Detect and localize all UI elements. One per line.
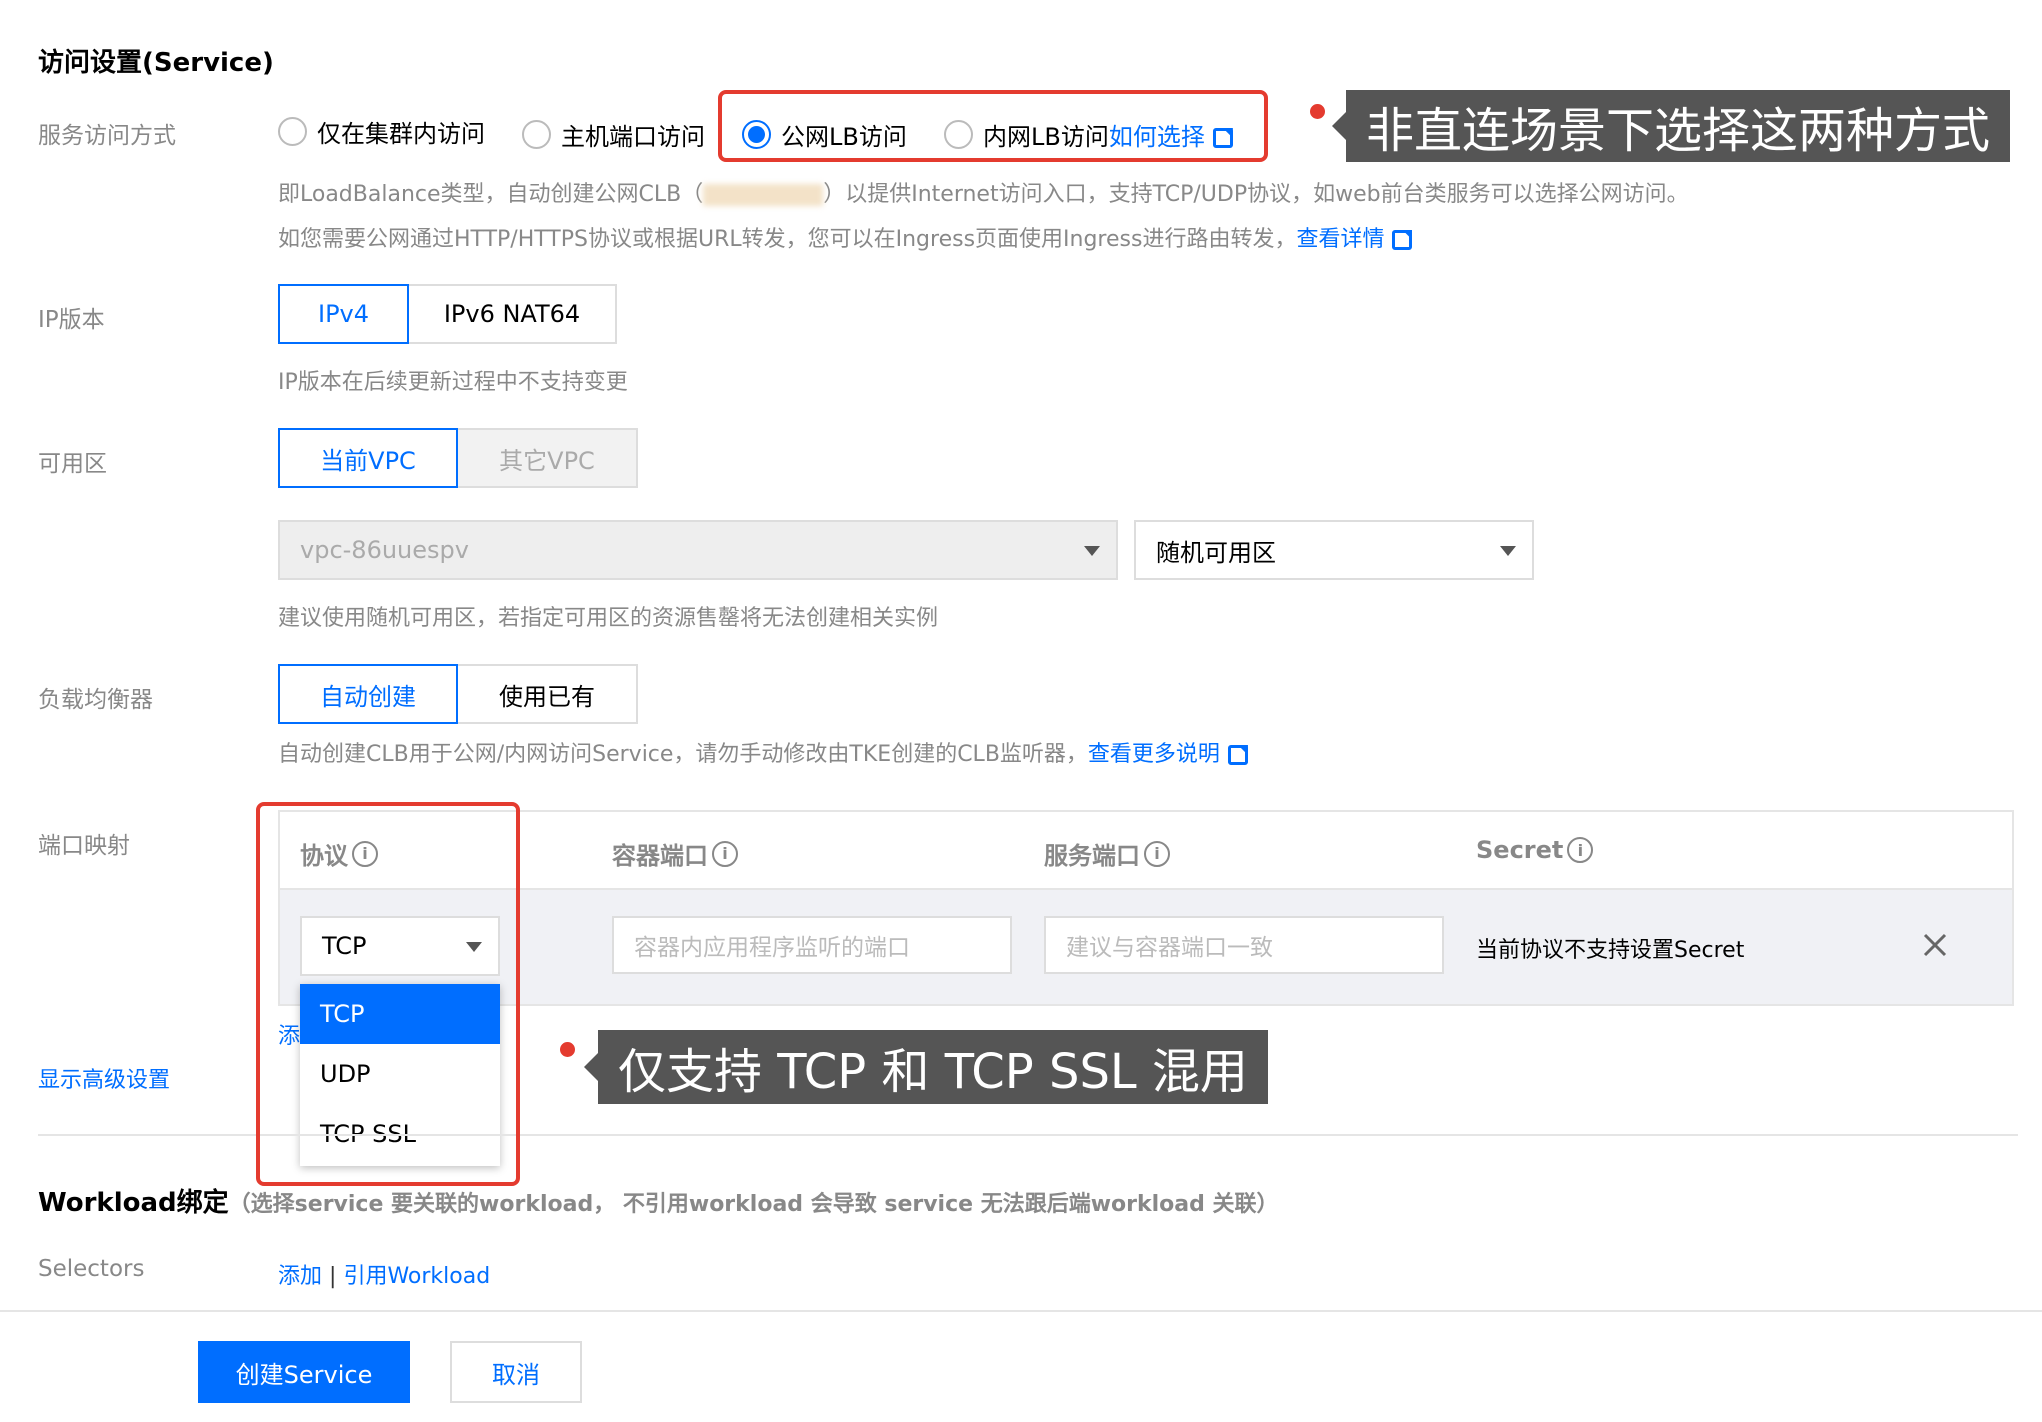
port-mapping-label: 端口映射	[38, 833, 130, 859]
external-link-icon	[1392, 230, 1413, 250]
ip-version-segment: IPv4 IPv6 NAT64	[278, 284, 617, 344]
lb-auto-create-button[interactable]: 自动创建	[278, 664, 458, 724]
secret-not-supported-text: 当前协议不支持设置Secret	[1476, 938, 1745, 963]
chevron-down-icon	[1500, 546, 1516, 556]
ip-version-ipv4-button[interactable]: IPv4	[278, 284, 409, 344]
load-balancer-hint: 自动创建CLB用于公网/内网访问Service，请勿手动修改由TKE创建的CLB…	[278, 736, 1248, 768]
view-details-link[interactable]: 查看详情	[1296, 227, 1413, 252]
workload-section-header: Workload绑定（选择service 要关联的workload， 不引用wo…	[38, 1182, 1279, 1219]
footer-divider	[0, 1310, 2042, 1312]
workload-note: （选择service 要关联的workload， 不引用workload 会导致…	[228, 1192, 1279, 1217]
column-header-service-port: 服务端口 i	[1044, 836, 1170, 871]
load-balancer-segment: 自动创建 使用已有	[278, 664, 638, 724]
vpc-select[interactable]: vpc-86uuespv	[278, 520, 1118, 580]
annotation-callout-1: 非直连场景下选择这两种方式	[1331, 90, 2011, 162]
annotation-callout-2: 仅支持 TCP 和 TCP SSL 混用	[584, 1030, 1268, 1104]
radio-cluster-internal[interactable]: 仅在集群内访问	[278, 114, 485, 149]
zone-current-vpc-button[interactable]: 当前VPC	[278, 428, 458, 488]
zone-label: 可用区	[38, 451, 107, 477]
column-header-secret: Secret i	[1476, 836, 1594, 864]
info-icon[interactable]: i	[712, 840, 738, 867]
load-balancer-label: 负载均衡器	[38, 687, 153, 713]
annotation-box-protocol	[256, 802, 520, 1186]
ip-version-hint: IP版本在后续更新过程中不支持变更	[278, 370, 628, 395]
access-mode-desc-1: 即LoadBalance类型，自动创建公网CLB（ ）以提供Internet访问入…	[278, 182, 1689, 207]
ip-version-label: IP版本	[38, 307, 105, 333]
chevron-down-icon	[1084, 546, 1100, 556]
workload-title: Workload绑定	[38, 1188, 229, 1218]
radio-circle-icon	[278, 117, 307, 146]
annotation-dot	[560, 1042, 575, 1057]
access-mode-label: 服务访问方式	[38, 123, 176, 149]
column-header-container-port: 容器端口 i	[612, 836, 738, 871]
zone-other-vpc-button[interactable]: 其它VPC	[456, 428, 638, 488]
access-mode-desc-2: 如您需要公网通过HTTP/HTTPS协议或根据URL转发，您可以在Ingress…	[278, 221, 1413, 253]
section-title-service: 访问设置(Service)	[38, 48, 274, 78]
radio-host-port[interactable]: 主机端口访问	[522, 117, 705, 152]
separator: |	[329, 1264, 337, 1289]
external-link-icon	[1227, 745, 1248, 765]
view-more-link[interactable]: 查看更多说明	[1088, 742, 1248, 767]
zone-hint: 建议使用随机可用区，若指定可用区的资源售罄将无法创建相关实例	[278, 606, 939, 631]
ip-version-ipv6-button[interactable]: IPv6 NAT64	[407, 284, 617, 344]
service-port-input[interactable]: 建议与容器端口一致	[1044, 916, 1444, 974]
annotation-dot	[1310, 104, 1325, 119]
create-service-button[interactable]: 创建Service	[198, 1341, 410, 1403]
info-icon[interactable]: i	[1567, 837, 1594, 863]
radio-circle-icon	[522, 120, 551, 149]
selectors-actions: 添加 | 引用Workload	[278, 1258, 490, 1290]
availability-zone-select[interactable]: 随机可用区	[1134, 520, 1534, 580]
cancel-button[interactable]: 取消	[450, 1341, 582, 1403]
show-advanced-settings-link[interactable]: 显示高级设置	[38, 1062, 170, 1094]
lb-use-existing-button[interactable]: 使用已有	[456, 664, 638, 724]
selectors-label: Selectors	[38, 1256, 145, 1282]
container-port-input[interactable]: 容器内应用程序监听的端口	[612, 916, 1012, 974]
delete-row-icon[interactable]	[1920, 930, 1950, 960]
add-selector-link[interactable]: 添加	[278, 1264, 322, 1289]
annotation-box-lb-options	[718, 90, 1268, 162]
redacted-block	[703, 184, 824, 206]
zone-segment: 当前VPC 其它VPC	[278, 428, 638, 488]
info-icon[interactable]: i	[1144, 840, 1170, 867]
reference-workload-link[interactable]: 引用Workload	[343, 1264, 490, 1289]
